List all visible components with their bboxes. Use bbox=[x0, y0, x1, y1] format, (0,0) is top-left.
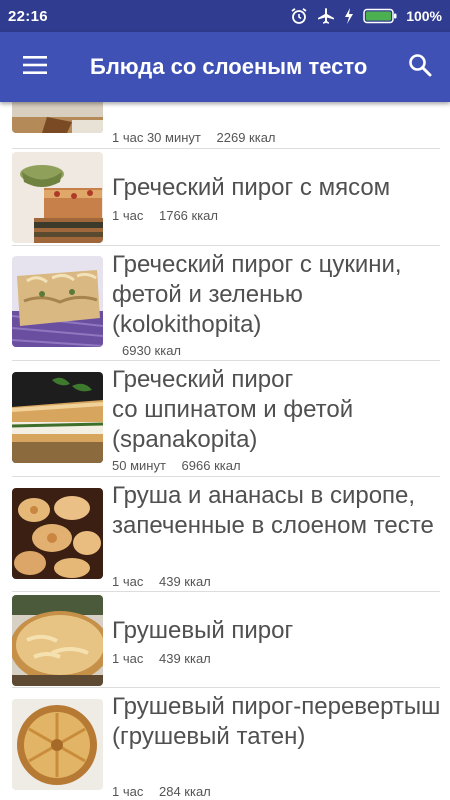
recipe-thumbnail bbox=[12, 595, 103, 686]
recipe-item[interactable]: Груша и ананасы в сиропе, запеченные в с… bbox=[0, 477, 450, 593]
battery-percent: 100% bbox=[406, 8, 442, 24]
recipe-item[interactable]: Греческий пирог с цукини, фетой и зелень… bbox=[0, 246, 450, 361]
recipe-item[interactable]: Греческий пирог со шпинатом и фетой (spa… bbox=[0, 361, 450, 477]
recipe-meta: 1 час 439 ккал bbox=[112, 574, 223, 589]
recipe-thumbnail bbox=[12, 256, 103, 347]
recipe-meta: 1 час 439 ккал bbox=[112, 651, 223, 666]
recipe-time: 1 час bbox=[112, 208, 144, 223]
recipe-thumbnail bbox=[12, 102, 103, 133]
recipe-thumbnail bbox=[12, 152, 103, 243]
recipe-item[interactable]: Грушевый пирог-перевертыш (грушевый тате… bbox=[0, 688, 450, 800]
recipe-thumbnail bbox=[12, 699, 103, 790]
battery-icon bbox=[363, 8, 397, 24]
recipe-kcal: 439 ккал bbox=[158, 651, 211, 666]
recipe-kcal: 2269 ккал bbox=[216, 130, 276, 145]
page-title: Блюда со слоеным тесто bbox=[90, 54, 368, 79]
recipe-meta: 1 час 1766 ккал bbox=[112, 208, 230, 223]
recipe-thumbnail bbox=[12, 488, 103, 579]
recipe-title: Греческий пирог со шпинатом и фетой (spa… bbox=[112, 366, 354, 453]
recipe-time: 1 час bbox=[112, 784, 144, 799]
charging-icon bbox=[344, 8, 354, 24]
search-button[interactable] bbox=[390, 32, 450, 102]
status-icons: 100% bbox=[290, 7, 442, 25]
status-bar: 22:16 100% bbox=[0, 0, 450, 32]
recipe-title: Груша и ананасы в сиропе, запеченные в с… bbox=[112, 482, 434, 539]
recipe-list: 1 час 30 минут 2269 ккал Греческий пирог… bbox=[0, 102, 450, 800]
alarm-icon bbox=[290, 7, 308, 25]
recipe-kcal: 1766 ккал bbox=[158, 208, 218, 223]
recipe-time: 50 минут bbox=[112, 458, 166, 473]
recipe-title: Грушевый пирог-перевертыш (грушевый тате… bbox=[112, 693, 441, 750]
airplane-icon bbox=[317, 7, 335, 25]
status-time: 22:16 bbox=[8, 7, 48, 25]
recipe-time: 1 час bbox=[112, 651, 144, 666]
recipe-kcal: 439 ккал bbox=[158, 574, 211, 589]
recipe-meta: 50 минут 6966 ккал bbox=[112, 458, 253, 473]
recipe-kcal: 284 ккал bbox=[158, 784, 211, 799]
recipe-title: Греческий пирог с цукини, фетой и зелень… bbox=[112, 251, 402, 338]
menu-button[interactable] bbox=[0, 32, 70, 102]
recipe-thumbnail bbox=[12, 372, 103, 463]
recipe-title: Грушевый пирог bbox=[112, 617, 294, 644]
recipe-item[interactable]: Греческий пирог с мясом 1 час 1766 ккал bbox=[0, 149, 450, 246]
recipe-time: 1 час bbox=[112, 574, 144, 589]
recipe-kcal: 6930 ккал bbox=[122, 343, 182, 358]
app-bar: Блюда со слоеным тесто bbox=[0, 32, 450, 102]
recipe-title: Греческий пирог с мясом bbox=[112, 174, 391, 201]
recipe-time: 1 час 30 минут bbox=[112, 130, 201, 145]
recipe-item[interactable]: Грушевый пирог 1 час 439 ккал bbox=[0, 592, 450, 688]
search-icon bbox=[408, 53, 432, 82]
recipe-meta: 1 час 284 ккал bbox=[112, 784, 223, 799]
hamburger-menu-icon bbox=[23, 55, 47, 79]
recipe-kcal: 6966 ккал bbox=[181, 458, 241, 473]
recipe-meta: 1 час 30 минут 2269 ккал bbox=[112, 130, 288, 145]
recipe-meta: 6930 ккал bbox=[122, 343, 193, 358]
recipe-item[interactable]: 1 час 30 минут 2269 ккал bbox=[0, 102, 450, 150]
